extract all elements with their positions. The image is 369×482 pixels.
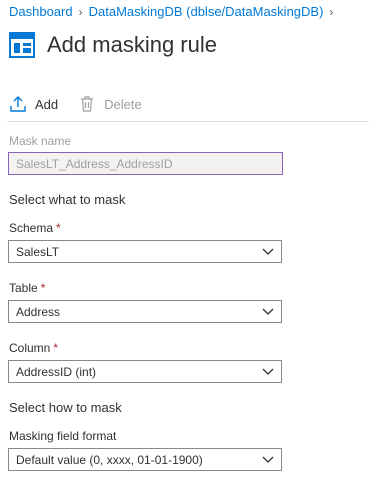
delete-button[interactable]: Delete [78,95,142,113]
breadcrumb: Dashboard › DataMaskingDB (dblse/DataMas… [9,4,339,19]
chevron-down-icon [262,456,274,463]
table-dropdown[interactable]: Address [8,300,282,323]
trash-icon [81,96,94,112]
toolbar: Add Delete [9,92,369,116]
page-title: Add masking rule [47,32,217,57]
select-how-heading: Select how to mask [9,400,122,415]
schema-dropdown-value: SalesLT [16,244,60,259]
add-button[interactable]: Add [9,95,58,113]
chevron-right-icon: › [78,4,83,19]
masking-format-label: Masking field format [9,429,117,443]
toolbar-divider [7,121,369,122]
breadcrumb-dashboard-link[interactable]: Dashboard [9,4,73,19]
mask-name-field[interactable]: SalesLT_Address_AddressID [8,152,283,175]
required-marker: * [53,341,59,355]
column-dropdown[interactable]: AddressID (int) [8,360,282,383]
mask-name-label: Mask name [9,134,72,148]
required-marker: * [56,221,61,235]
required-marker: * [40,281,46,295]
add-button-label: Add [35,96,59,112]
chevron-down-icon [262,248,274,255]
table-dropdown-value: Address [16,304,61,319]
chevron-right-icon: › [329,4,334,19]
chevron-down-icon [262,308,274,315]
masking-format-dropdown[interactable]: Default value (0, xxxx, 01-01-1900) [8,448,282,471]
masking-format-dropdown-value: Default value (0, xxxx, 01-01-1900) [16,452,203,467]
breadcrumb-database-link[interactable]: DataMaskingDB (dblse/DataMaskingDB) [89,4,324,19]
column-label: Column * [9,341,58,355]
column-label-text: Column [9,341,51,355]
schema-dropdown[interactable]: SalesLT [8,240,282,263]
upload-icon [10,96,26,112]
delete-button-label: Delete [104,96,142,112]
select-what-heading: Select what to mask [9,192,126,207]
schema-label-text: Schema [9,221,54,235]
column-dropdown-value: AddressID (int) [16,364,97,379]
table-label-text: Table [9,281,38,295]
table-icon [9,32,35,58]
chevron-down-icon [262,368,274,375]
page-header: Add masking rule [9,32,217,58]
table-label: Table * [9,281,45,295]
schema-label: Schema * [9,221,61,235]
